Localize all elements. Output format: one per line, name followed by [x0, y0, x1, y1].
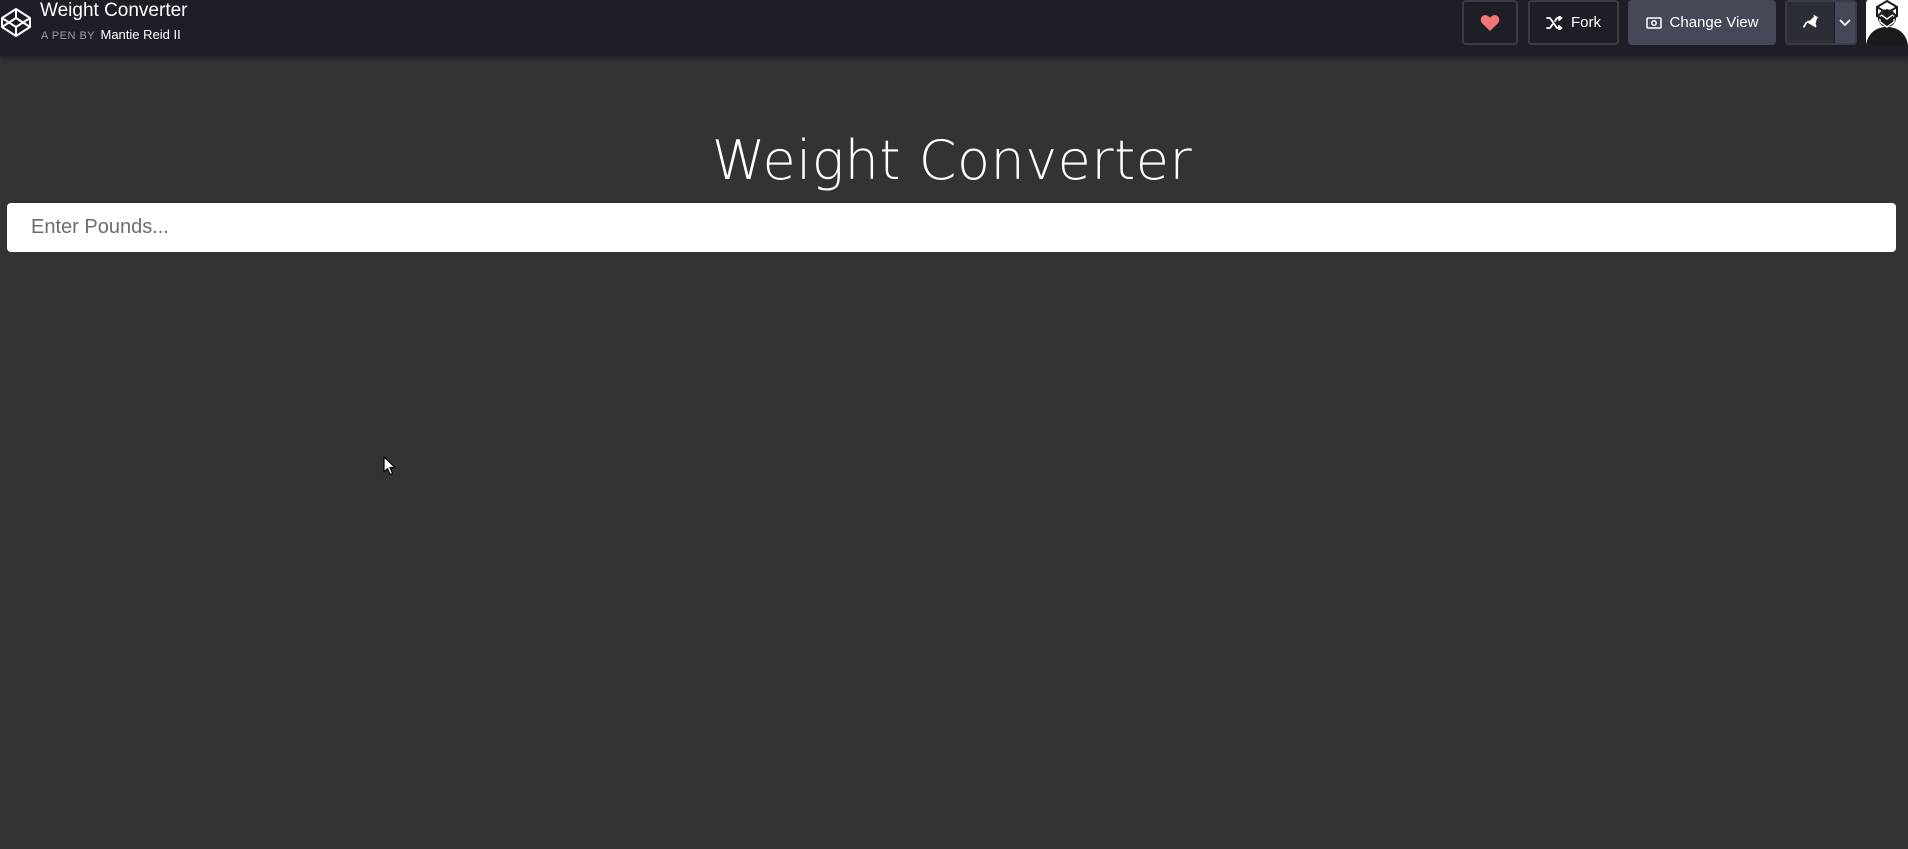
fork-icon: [1546, 15, 1563, 30]
user-avatar[interactable]: [1866, 0, 1908, 45]
avatar-image: [1866, 0, 1908, 45]
pounds-input[interactable]: [7, 203, 1896, 252]
pin-button[interactable]: [1787, 2, 1835, 43]
mouse-cursor-icon: [383, 456, 396, 476]
pin-button-group: [1785, 0, 1857, 45]
pin-icon: [1802, 14, 1819, 28]
pen-byline: A PEN BY Mantie Reid II: [41, 27, 181, 44]
change-view-button[interactable]: Change View: [1628, 0, 1776, 45]
pin-dropdown-toggle[interactable]: [1835, 2, 1855, 43]
heart-icon: [1480, 14, 1500, 31]
codepen-header: Weight Converter A PEN BY Mantie Reid II…: [0, 0, 1908, 56]
page-title: Weight Converter: [711, 129, 1193, 192]
byline-prefix: A PEN BY: [41, 30, 96, 42]
change-view-label: Change View: [1669, 14, 1759, 31]
pen-title[interactable]: Weight Converter: [40, 0, 188, 22]
author-link[interactable]: Mantie Reid II: [100, 27, 180, 42]
pen-preview: Weight Converter: [0, 56, 1908, 849]
codepen-logo-icon[interactable]: [0, 6, 32, 38]
chevron-down-icon: [1839, 18, 1851, 26]
love-button[interactable]: [1462, 0, 1518, 45]
fork-label: Fork: [1571, 14, 1601, 31]
fork-button[interactable]: Fork: [1528, 0, 1619, 45]
change-view-icon: [1645, 17, 1662, 29]
